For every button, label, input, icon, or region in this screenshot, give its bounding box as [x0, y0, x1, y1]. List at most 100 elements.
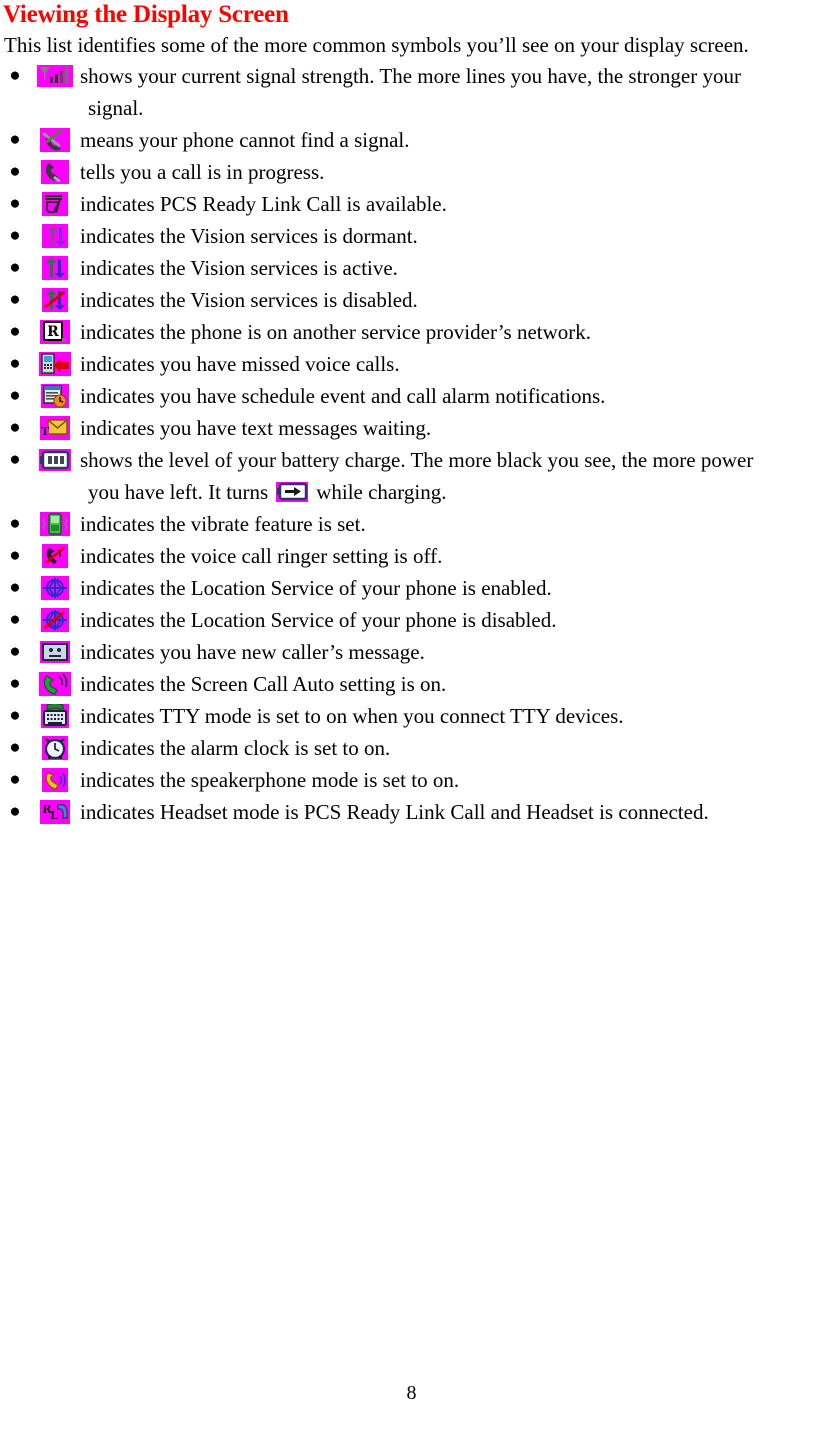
list-item-label: indicates the vibrate feature is set.	[80, 512, 366, 536]
list-item-label: indicates the Vision services is dormant…	[80, 224, 418, 248]
text-message-icon: T	[30, 412, 80, 444]
svg-text:T: T	[41, 425, 50, 438]
bullet-icon	[0, 284, 30, 316]
list-item: means your phone cannot find a signal.	[0, 124, 823, 156]
schedule-alarm-icon	[30, 380, 80, 412]
ready-link-available-icon	[30, 188, 80, 220]
bullet-icon	[0, 796, 30, 828]
list-item: indicates the Screen Call Auto setting i…	[0, 668, 823, 700]
bullet-icon	[0, 124, 30, 156]
bullet-icon	[0, 252, 30, 284]
vibrate-icon	[30, 508, 80, 540]
ringer-off-icon	[30, 540, 80, 572]
bullet-icon	[0, 60, 30, 92]
list-item-label: indicates the phone is on another servic…	[80, 320, 592, 344]
list-item-label: indicates the Location Service of your p…	[80, 608, 557, 632]
alarm-clock-icon	[30, 732, 80, 764]
battery-icon	[30, 444, 80, 476]
list-item: indicates the Location Service of your p…	[0, 604, 823, 636]
bullet-icon	[0, 700, 30, 732]
bullet-icon	[0, 732, 30, 764]
list-item-label: shows your current signal strength. The …	[80, 64, 741, 88]
vision-active-icon	[30, 252, 80, 284]
call-in-progress-icon	[30, 156, 80, 188]
bullet-icon	[0, 604, 30, 636]
svg-text:R: R	[47, 324, 59, 340]
bullet-icon	[0, 412, 30, 444]
svg-text:L: L	[50, 809, 58, 822]
roaming-icon: R	[30, 316, 80, 348]
symbol-list: shows your current signal strength. The …	[0, 60, 823, 828]
bullet-icon	[0, 156, 30, 188]
bullet-icon	[0, 540, 30, 572]
list-item-label: indicates PCS Ready Link Call is availab…	[80, 192, 447, 216]
document-page: Viewing the Display Screen This list ide…	[0, 0, 823, 1430]
continuation-text-after: while charging.	[316, 480, 447, 504]
list-item: indicates the Vision services is disable…	[0, 284, 823, 316]
list-item-label: indicates the Location Service of your p…	[80, 576, 552, 600]
list-item: R indicates the phone is on another serv…	[0, 316, 823, 348]
caller-message-icon	[30, 636, 80, 668]
list-item: indicates TTY mode is set to on when you…	[0, 700, 823, 732]
list-item: indicates the Location Service of your p…	[0, 572, 823, 604]
intro-paragraph: This list identifies some of the more co…	[4, 33, 749, 57]
screen-call-auto-icon	[30, 668, 80, 700]
list-item-continuation: signal.	[88, 96, 144, 120]
bullet-icon	[0, 316, 30, 348]
list-item-label: shows the level of your battery charge. …	[80, 448, 754, 472]
bullet-icon	[0, 380, 30, 412]
list-item-label: indicates Headset mode is PCS Ready Link…	[80, 800, 709, 824]
location-disabled-icon	[30, 604, 80, 636]
page-number: 8	[406, 1382, 417, 1404]
signal-strength-icon	[30, 60, 80, 92]
list-item: indicates the alarm clock is set to on.	[0, 732, 823, 764]
battery-charging-icon	[276, 482, 309, 502]
bullet-icon	[0, 668, 30, 700]
list-item-label: indicates the Screen Call Auto setting i…	[80, 672, 447, 696]
list-item: shows the level of your battery charge. …	[0, 444, 823, 476]
list-item-label: indicates the speakerphone mode is set t…	[80, 768, 460, 792]
headset-ready-link-icon: R L	[30, 796, 80, 828]
list-item-label: indicates the Vision services is disable…	[80, 288, 418, 312]
list-item: indicates the voice call ringer setting …	[0, 540, 823, 572]
list-item-label: indicates the Vision services is active.	[80, 256, 398, 280]
list-item: indicates PCS Ready Link Call is availab…	[0, 188, 823, 220]
list-item-label: indicates you have missed voice calls.	[80, 352, 400, 376]
list-item-label: means your phone cannot find a signal.	[80, 128, 410, 152]
list-item: tells you a call is in progress.	[0, 156, 823, 188]
bullet-icon	[0, 636, 30, 668]
list-item-label: indicates the voice call ringer setting …	[80, 544, 443, 568]
list-item: T indicates you have text messages waiti…	[0, 412, 823, 444]
list-item-label: indicates you have schedule event and ca…	[80, 384, 606, 408]
continuation-text-before: you have left. It turns	[88, 480, 269, 504]
bullet-icon	[0, 188, 30, 220]
bullet-icon	[0, 348, 30, 380]
no-signal-icon	[30, 124, 80, 156]
page-title: Viewing the Display Screen	[3, 1, 289, 28]
tty-mode-icon	[30, 700, 80, 732]
list-item: R L indicates Headset mode is PCS Ready …	[0, 796, 823, 828]
missed-voice-calls-icon	[30, 348, 80, 380]
location-enabled-icon	[30, 572, 80, 604]
list-item: shows your current signal strength. The …	[0, 60, 823, 92]
list-item: indicates you have new caller’s message.	[0, 636, 823, 668]
list-item-continuation: you have left. It turns while charging.	[0, 476, 823, 508]
list-item: indicates the Vision services is dormant…	[0, 220, 823, 252]
bullet-icon	[0, 508, 30, 540]
bullet-icon	[0, 572, 30, 604]
list-item: indicates the Vision services is active.	[0, 252, 823, 284]
bullet-icon	[0, 764, 30, 796]
list-item-label: indicates you have new caller’s message.	[80, 640, 425, 664]
list-item-label: indicates you have text messages waiting…	[80, 416, 432, 440]
list-item: indicates the speakerphone mode is set t…	[0, 764, 823, 796]
list-item: indicates you have missed voice calls.	[0, 348, 823, 380]
list-item-label: tells you a call is in progress.	[80, 160, 325, 184]
bullet-icon	[0, 220, 30, 252]
vision-dormant-icon	[30, 220, 80, 252]
vision-disabled-icon	[30, 284, 80, 316]
list-item-label: indicates the alarm clock is set to on.	[80, 736, 391, 760]
list-item-label: indicates TTY mode is set to on when you…	[80, 704, 624, 728]
speakerphone-icon	[30, 764, 80, 796]
bullet-icon	[0, 444, 30, 476]
list-item: indicates the vibrate feature is set.	[0, 508, 823, 540]
